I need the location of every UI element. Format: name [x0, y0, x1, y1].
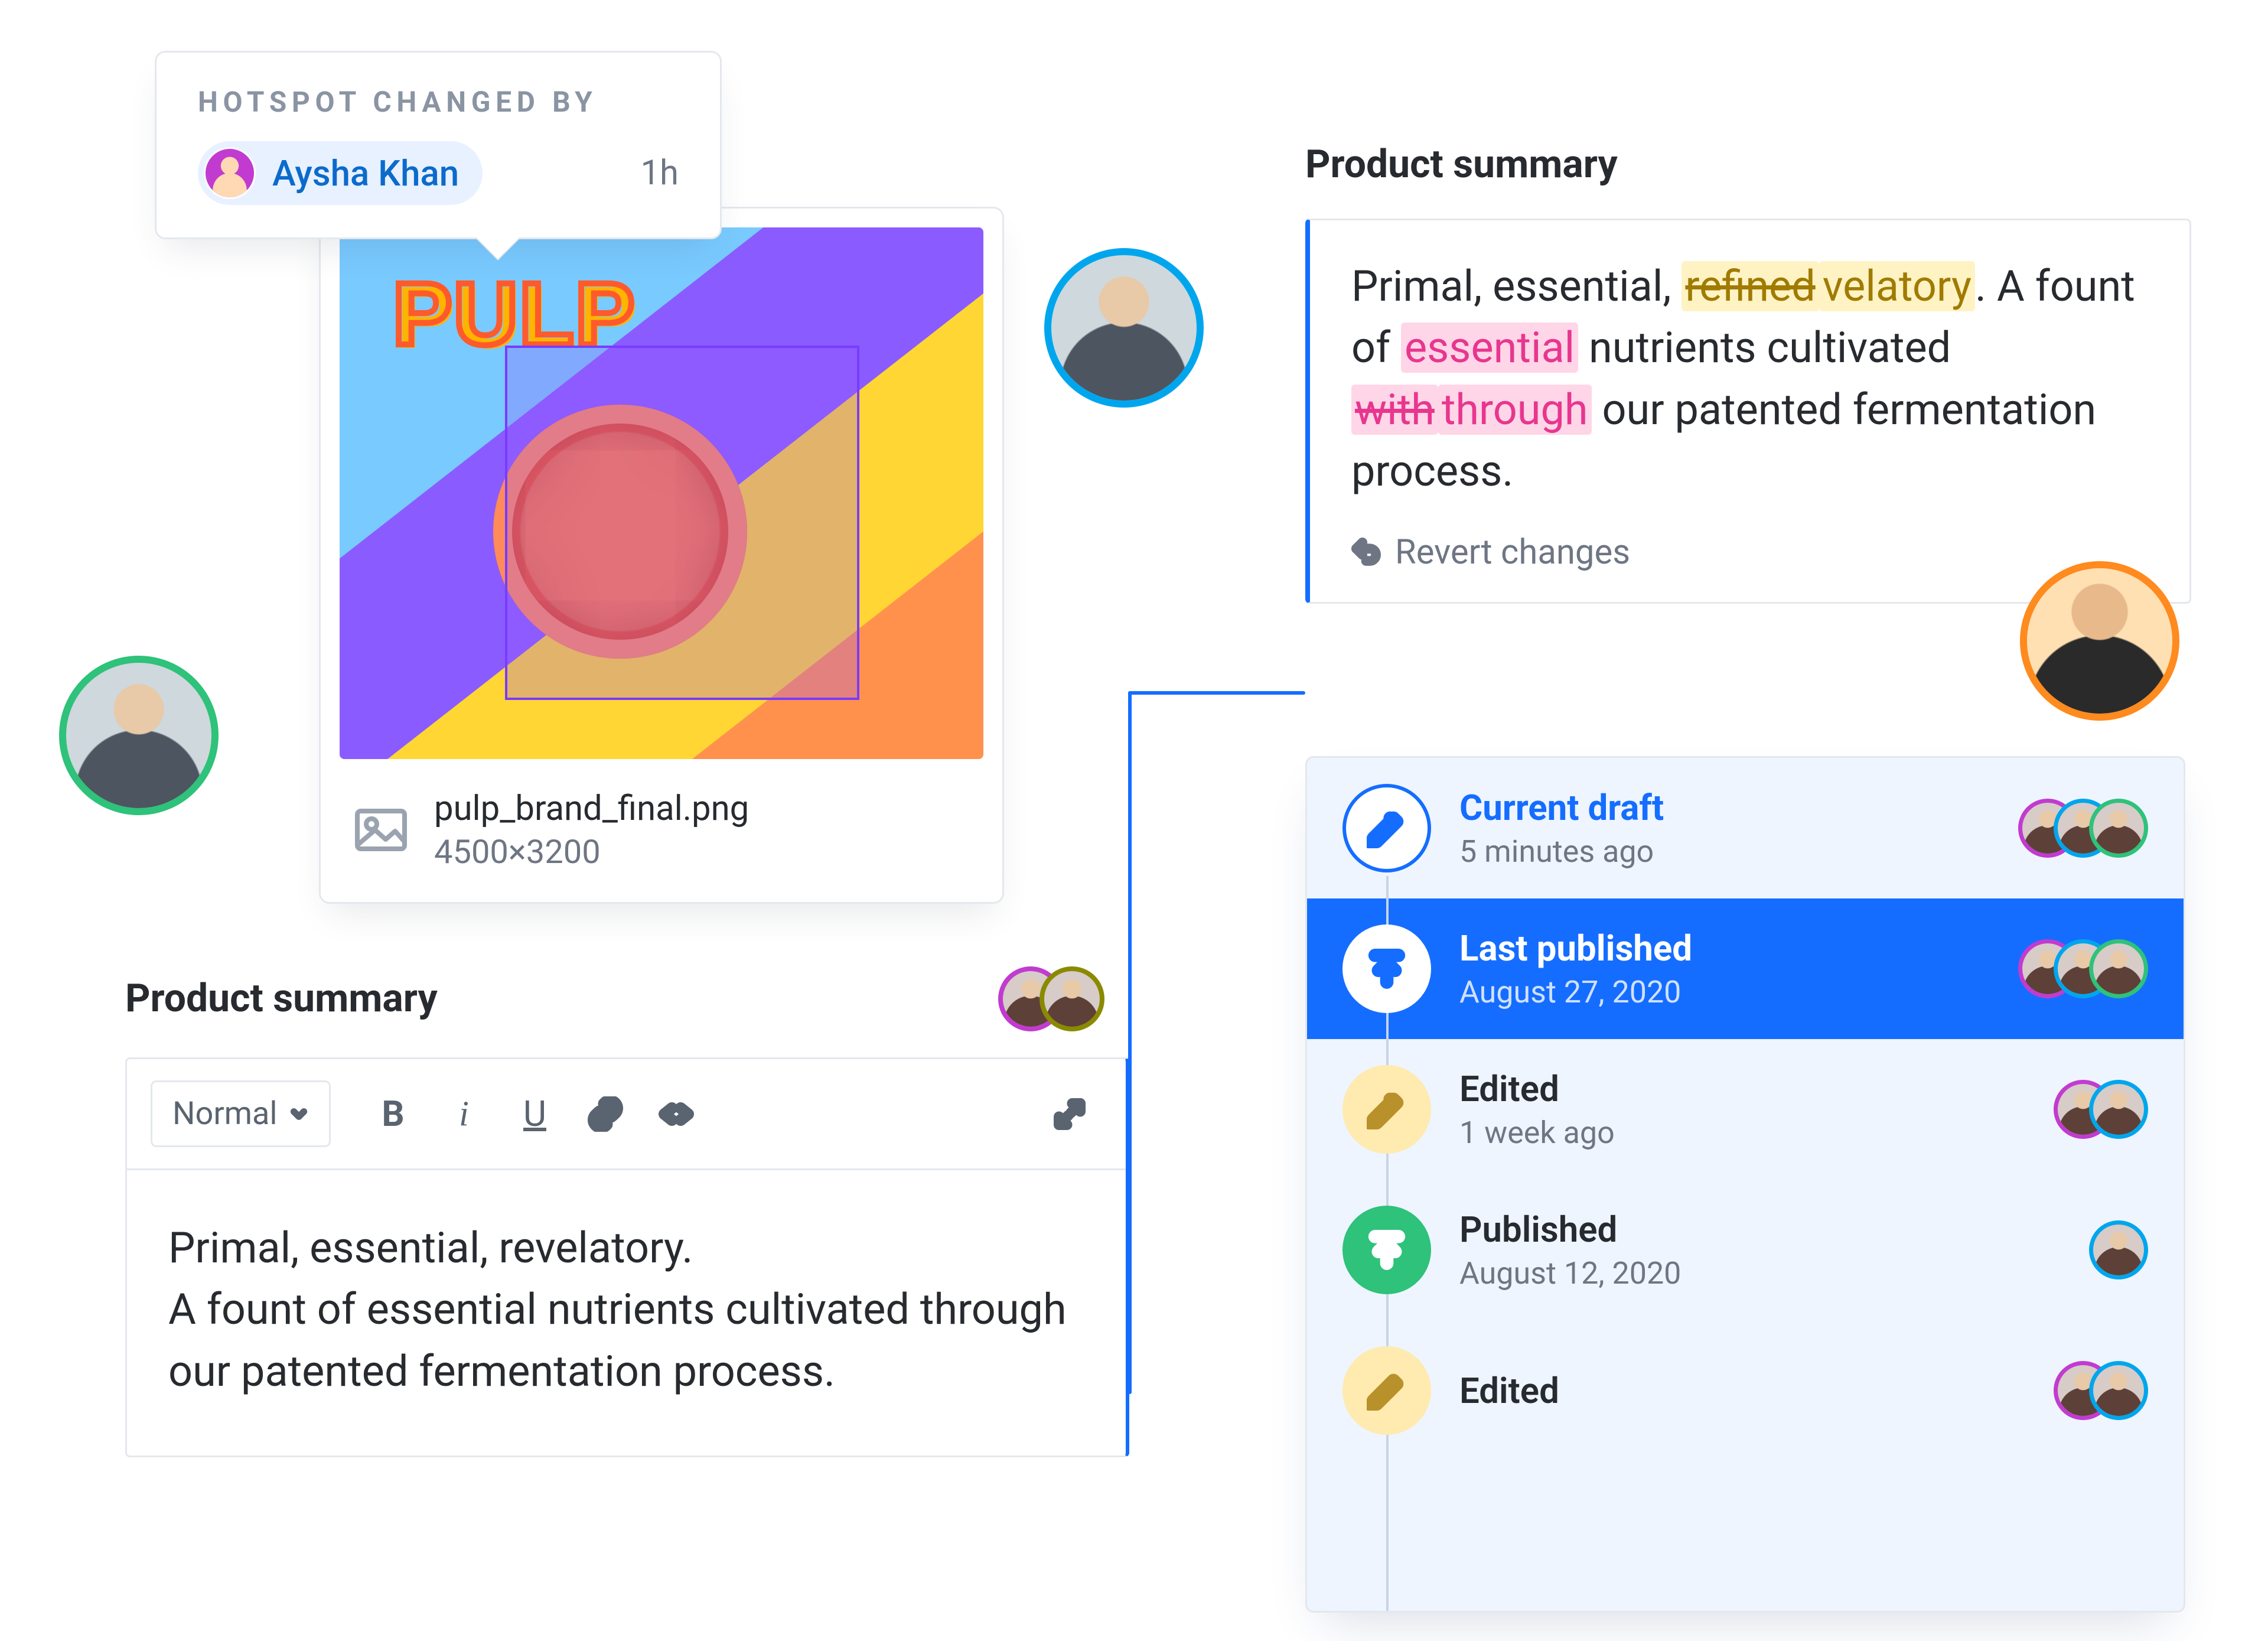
image-dimensions: 4500×3200 — [434, 832, 749, 871]
history-item-edited[interactable]: Edited 1 week ago — [1307, 1039, 2184, 1180]
diff-removed: refined — [1682, 261, 1819, 311]
rich-text-editor[interactable]: Normal B i U Primal, essential, revelato… — [125, 1057, 1129, 1457]
italic-button[interactable]: i — [431, 1088, 496, 1141]
hotspot-user-pill[interactable]: Aysha Khan — [198, 141, 483, 205]
underline-button[interactable]: U — [502, 1088, 567, 1141]
hotspot-selection[interactable] — [505, 346, 859, 700]
history-item-last-published[interactable]: Last published August 27, 2020 — [1307, 898, 2184, 1039]
avatar — [204, 147, 256, 199]
image-filename: pulp_brand_final.png — [434, 789, 749, 829]
style-select[interactable]: Normal — [151, 1080, 331, 1147]
hotspot-user-name: Aysha Khan — [272, 152, 459, 194]
link-button[interactable] — [573, 1088, 638, 1141]
avatar — [2089, 1220, 2148, 1279]
hotspot-tooltip: HOTSPOT CHANGED BY Aysha Khan 1h — [155, 51, 722, 239]
pencil-icon — [1342, 1346, 1431, 1435]
history-item-published[interactable]: Published August 12, 2020 — [1307, 1180, 2184, 1320]
editor-title: Product summary — [125, 976, 438, 1021]
publish-icon — [1342, 1206, 1431, 1294]
avatar — [2089, 939, 2148, 998]
image-thumbnail: PULP — [340, 227, 983, 759]
editor-collaborators — [998, 966, 1104, 1031]
history-panel: Current draft 5 minutes ago Last publish… — [1305, 756, 2185, 1613]
history-item-current-draft[interactable]: Current draft 5 minutes ago — [1307, 758, 2184, 898]
bold-button[interactable]: B — [360, 1088, 425, 1141]
presence-avatar-green[interactable] — [59, 656, 219, 815]
editor-content[interactable]: Primal, essential, revelatory. A fount o… — [127, 1170, 1126, 1456]
diff-added: through — [1438, 385, 1592, 435]
pencil-icon — [1342, 1065, 1431, 1154]
hotspot-time: 1h — [640, 153, 679, 193]
pencil-icon — [1342, 784, 1431, 872]
code-icon — [659, 1096, 694, 1132]
avatar — [2089, 799, 2148, 858]
history-item-edited-2[interactable]: Edited — [1307, 1320, 2184, 1388]
diff-added: velatory — [1819, 261, 1975, 311]
diff-text: Primal, essential, refinedvelatory. A fo… — [1351, 256, 2148, 503]
code-button[interactable] — [644, 1088, 709, 1141]
diff-card: Primal, essential, refinedvelatory. A fo… — [1305, 219, 2191, 604]
presence-avatar-blue[interactable] — [1044, 248, 1204, 408]
revert-changes-button[interactable]: Revert changes — [1351, 532, 2148, 572]
presence-avatar-orange[interactable] — [2020, 561, 2179, 721]
chevron-down-icon — [289, 1104, 309, 1124]
diff-title: Product summary — [1305, 142, 1618, 187]
connector-line — [1128, 691, 1305, 695]
expand-icon — [1054, 1098, 1086, 1130]
avatar — [2089, 1080, 2148, 1139]
avatar[interactable] — [1040, 966, 1104, 1031]
publish-icon — [1342, 924, 1431, 1013]
revert-icon — [1351, 538, 1381, 567]
editor-toolbar: Normal B i U — [127, 1059, 1126, 1170]
diff-removed: with — [1351, 385, 1438, 435]
image-icon — [351, 800, 410, 859]
image-asset-card[interactable]: PULP pulp_brand_final.png 4500×3200 — [319, 207, 1004, 904]
hotspot-title: HOTSPOT CHANGED BY — [198, 85, 679, 119]
link-icon — [588, 1096, 623, 1132]
avatar — [2089, 1361, 2148, 1420]
expand-button[interactable] — [1037, 1088, 1102, 1141]
diff-highlight: essential — [1401, 323, 1578, 373]
